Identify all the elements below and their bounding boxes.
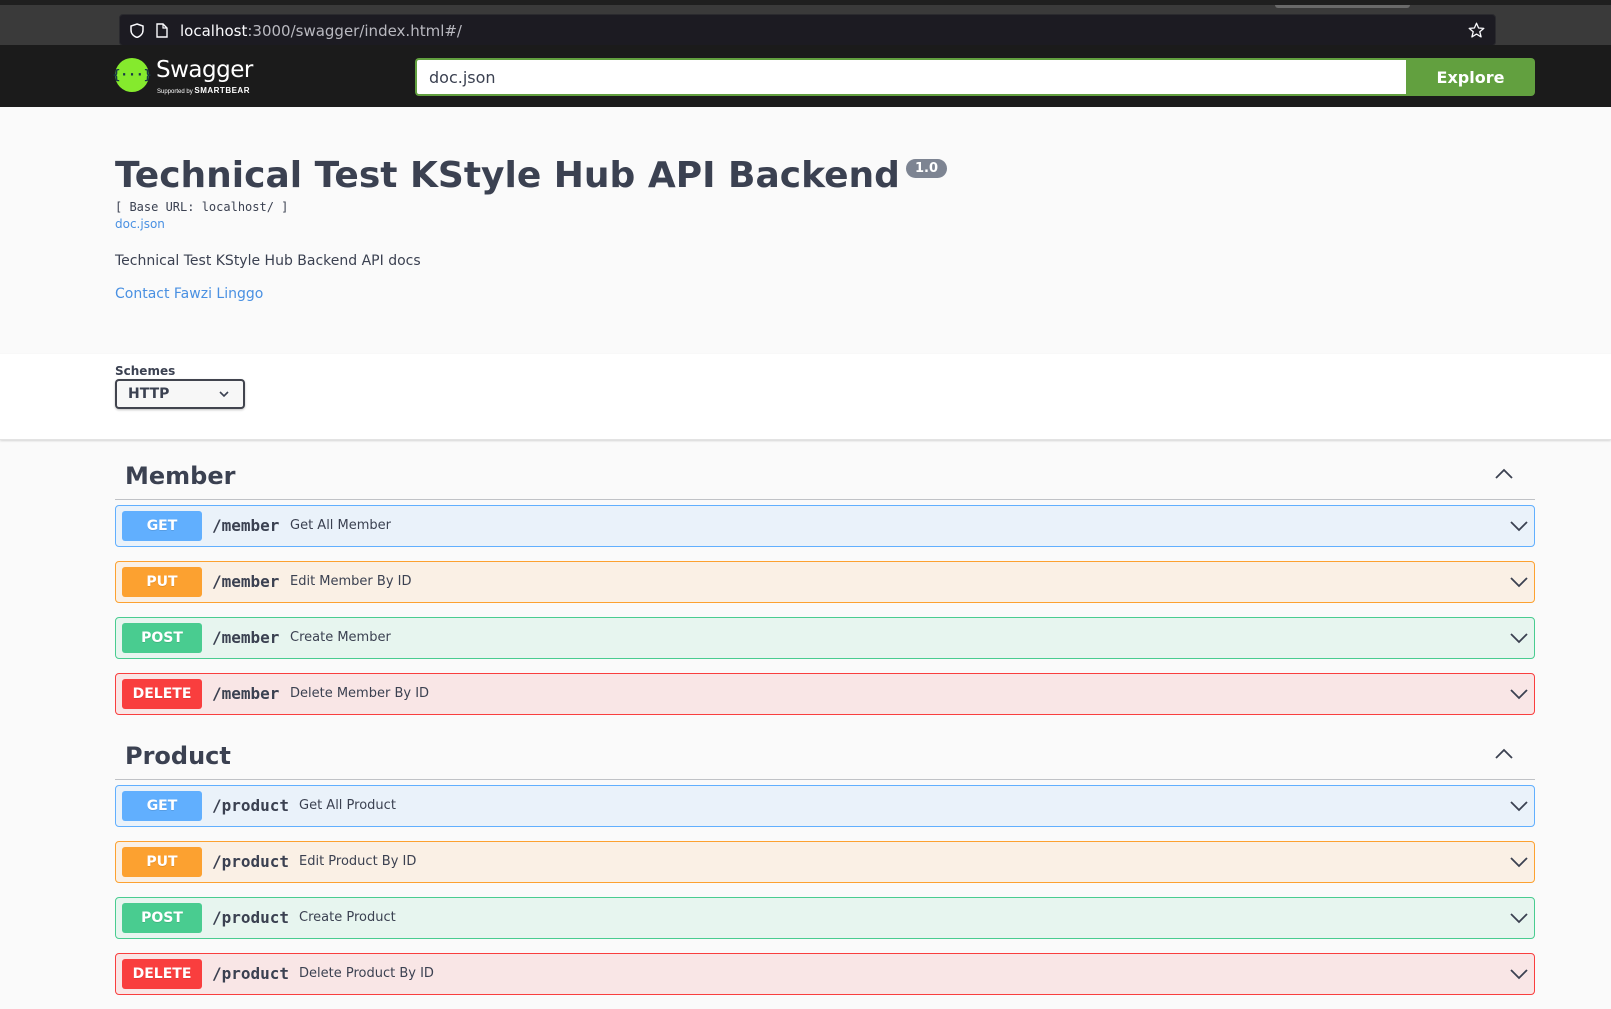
operation-delete-member[interactable]: DELETE /member Delete Member By ID [115,673,1535,715]
url-host: localhost [180,22,248,40]
tag-header-member[interactable]: Member [115,442,1535,500]
spec-link[interactable]: doc.json [115,217,165,231]
swagger-logo[interactable]: {···} Swagger Supported by SMARTBEAR [112,57,260,97]
operation-path: /product [212,964,290,983]
address-bar[interactable]: localhost:3000/swagger/index.html#/ [119,14,1496,46]
url-text[interactable]: localhost:3000/swagger/index.html#/ [180,22,462,40]
method-badge: POST [122,623,202,653]
api-description: Technical Test KStyle Hub Backend API do… [115,253,421,269]
explore-button[interactable]: Explore [1406,58,1535,96]
method-badge: PUT [122,567,202,597]
tag-header-product[interactable]: Product [115,722,1535,780]
operation-get-member[interactable]: GET /member Get All Member [115,505,1535,547]
method-badge: DELETE [122,679,202,709]
method-badge: GET [122,791,202,821]
browser-toolbar: localhost:3000/swagger/index.html#/ [0,0,1611,46]
swagger-topbar: {···} Swagger Supported by SMARTBEAR Exp… [0,45,1611,107]
tag-title: Member [125,462,236,490]
chevron-down-icon [219,391,229,398]
operation-summary: Delete Member By ID [290,686,430,701]
chevron-down-icon[interactable] [1510,520,1528,532]
api-title: Technical Test KStyle Hub API Backend [115,155,900,196]
spec-url-input[interactable] [415,58,1406,96]
operation-path: /product [212,908,290,927]
api-info: Technical Test KStyle Hub API Backend 1.… [0,107,1611,354]
operation-summary: Get All Product [299,798,396,813]
base-url: [ Base URL: localhost/ ] [115,200,289,214]
operation-path: /member [212,684,280,703]
operation-summary: Get All Member [290,518,392,533]
logo-brand-text: SMARTBEAR [194,86,250,95]
chevron-down-icon[interactable] [1510,688,1528,700]
operation-summary: Create Product [299,910,396,925]
operation-delete-product[interactable]: DELETE /product Delete Product By ID [115,953,1535,995]
operation-path: /member [212,572,280,591]
tag-title: Product [125,742,231,770]
chevron-down-icon[interactable] [1510,968,1528,980]
swagger-logo-tagline: Supported by SMARTBEAR [157,86,250,95]
method-badge: DELETE [122,959,202,989]
operation-put-member[interactable]: PUT /member Edit Member By ID [115,561,1535,603]
chevron-down-icon[interactable] [1510,800,1528,812]
operation-summary: Delete Product By ID [299,966,434,981]
operation-summary: Edit Member By ID [290,574,412,589]
method-badge: POST [122,903,202,933]
operation-path: /member [212,516,280,535]
schemes-label: Schemes [115,364,176,378]
operation-put-product[interactable]: PUT /product Edit Product By ID [115,841,1535,883]
chevron-down-icon[interactable] [1510,856,1528,868]
operation-get-product[interactable]: GET /product Get All Product [115,785,1535,827]
bookmark-star-icon[interactable] [1468,22,1485,39]
operation-path: /member [212,628,280,647]
swagger-logo-name: Swagger [156,57,253,83]
chevron-down-icon[interactable] [1510,912,1528,924]
operation-post-product[interactable]: POST /product Create Product [115,897,1535,939]
url-path: :3000/swagger/index.html#/ [247,22,462,40]
schemes-container: Schemes HTTP [0,354,1611,440]
browser-tab-indicator [1275,5,1410,8]
chevron-up-icon[interactable] [1495,748,1513,760]
page-icon [156,23,168,38]
operation-path: /product [212,852,290,871]
chevron-up-icon[interactable] [1495,468,1513,480]
chevron-down-icon[interactable] [1510,632,1528,644]
method-badge: PUT [122,847,202,877]
explore-form: Explore [415,58,1535,96]
method-badge: GET [122,511,202,541]
schemes-selected-value: HTTP [128,386,170,402]
shield-icon[interactable] [130,23,144,38]
swagger-logo-icon: {···} [112,58,152,92]
operation-path: /product [212,796,290,815]
version-badge: 1.0 [906,159,948,178]
tag-section-product: Product GET /product Get All Product PUT… [115,722,1535,1009]
contact-link[interactable]: Contact Fawzi Linggo [115,286,263,302]
operation-post-member[interactable]: POST /member Create Member [115,617,1535,659]
tag-section-member: Member GET /member Get All Member PUT /m… [115,442,1535,729]
logo-supported-text: Supported by [157,89,193,95]
chevron-down-icon[interactable] [1510,576,1528,588]
operation-summary: Edit Product By ID [299,854,417,869]
operation-summary: Create Member [290,630,391,645]
schemes-select[interactable]: HTTP [115,379,245,409]
